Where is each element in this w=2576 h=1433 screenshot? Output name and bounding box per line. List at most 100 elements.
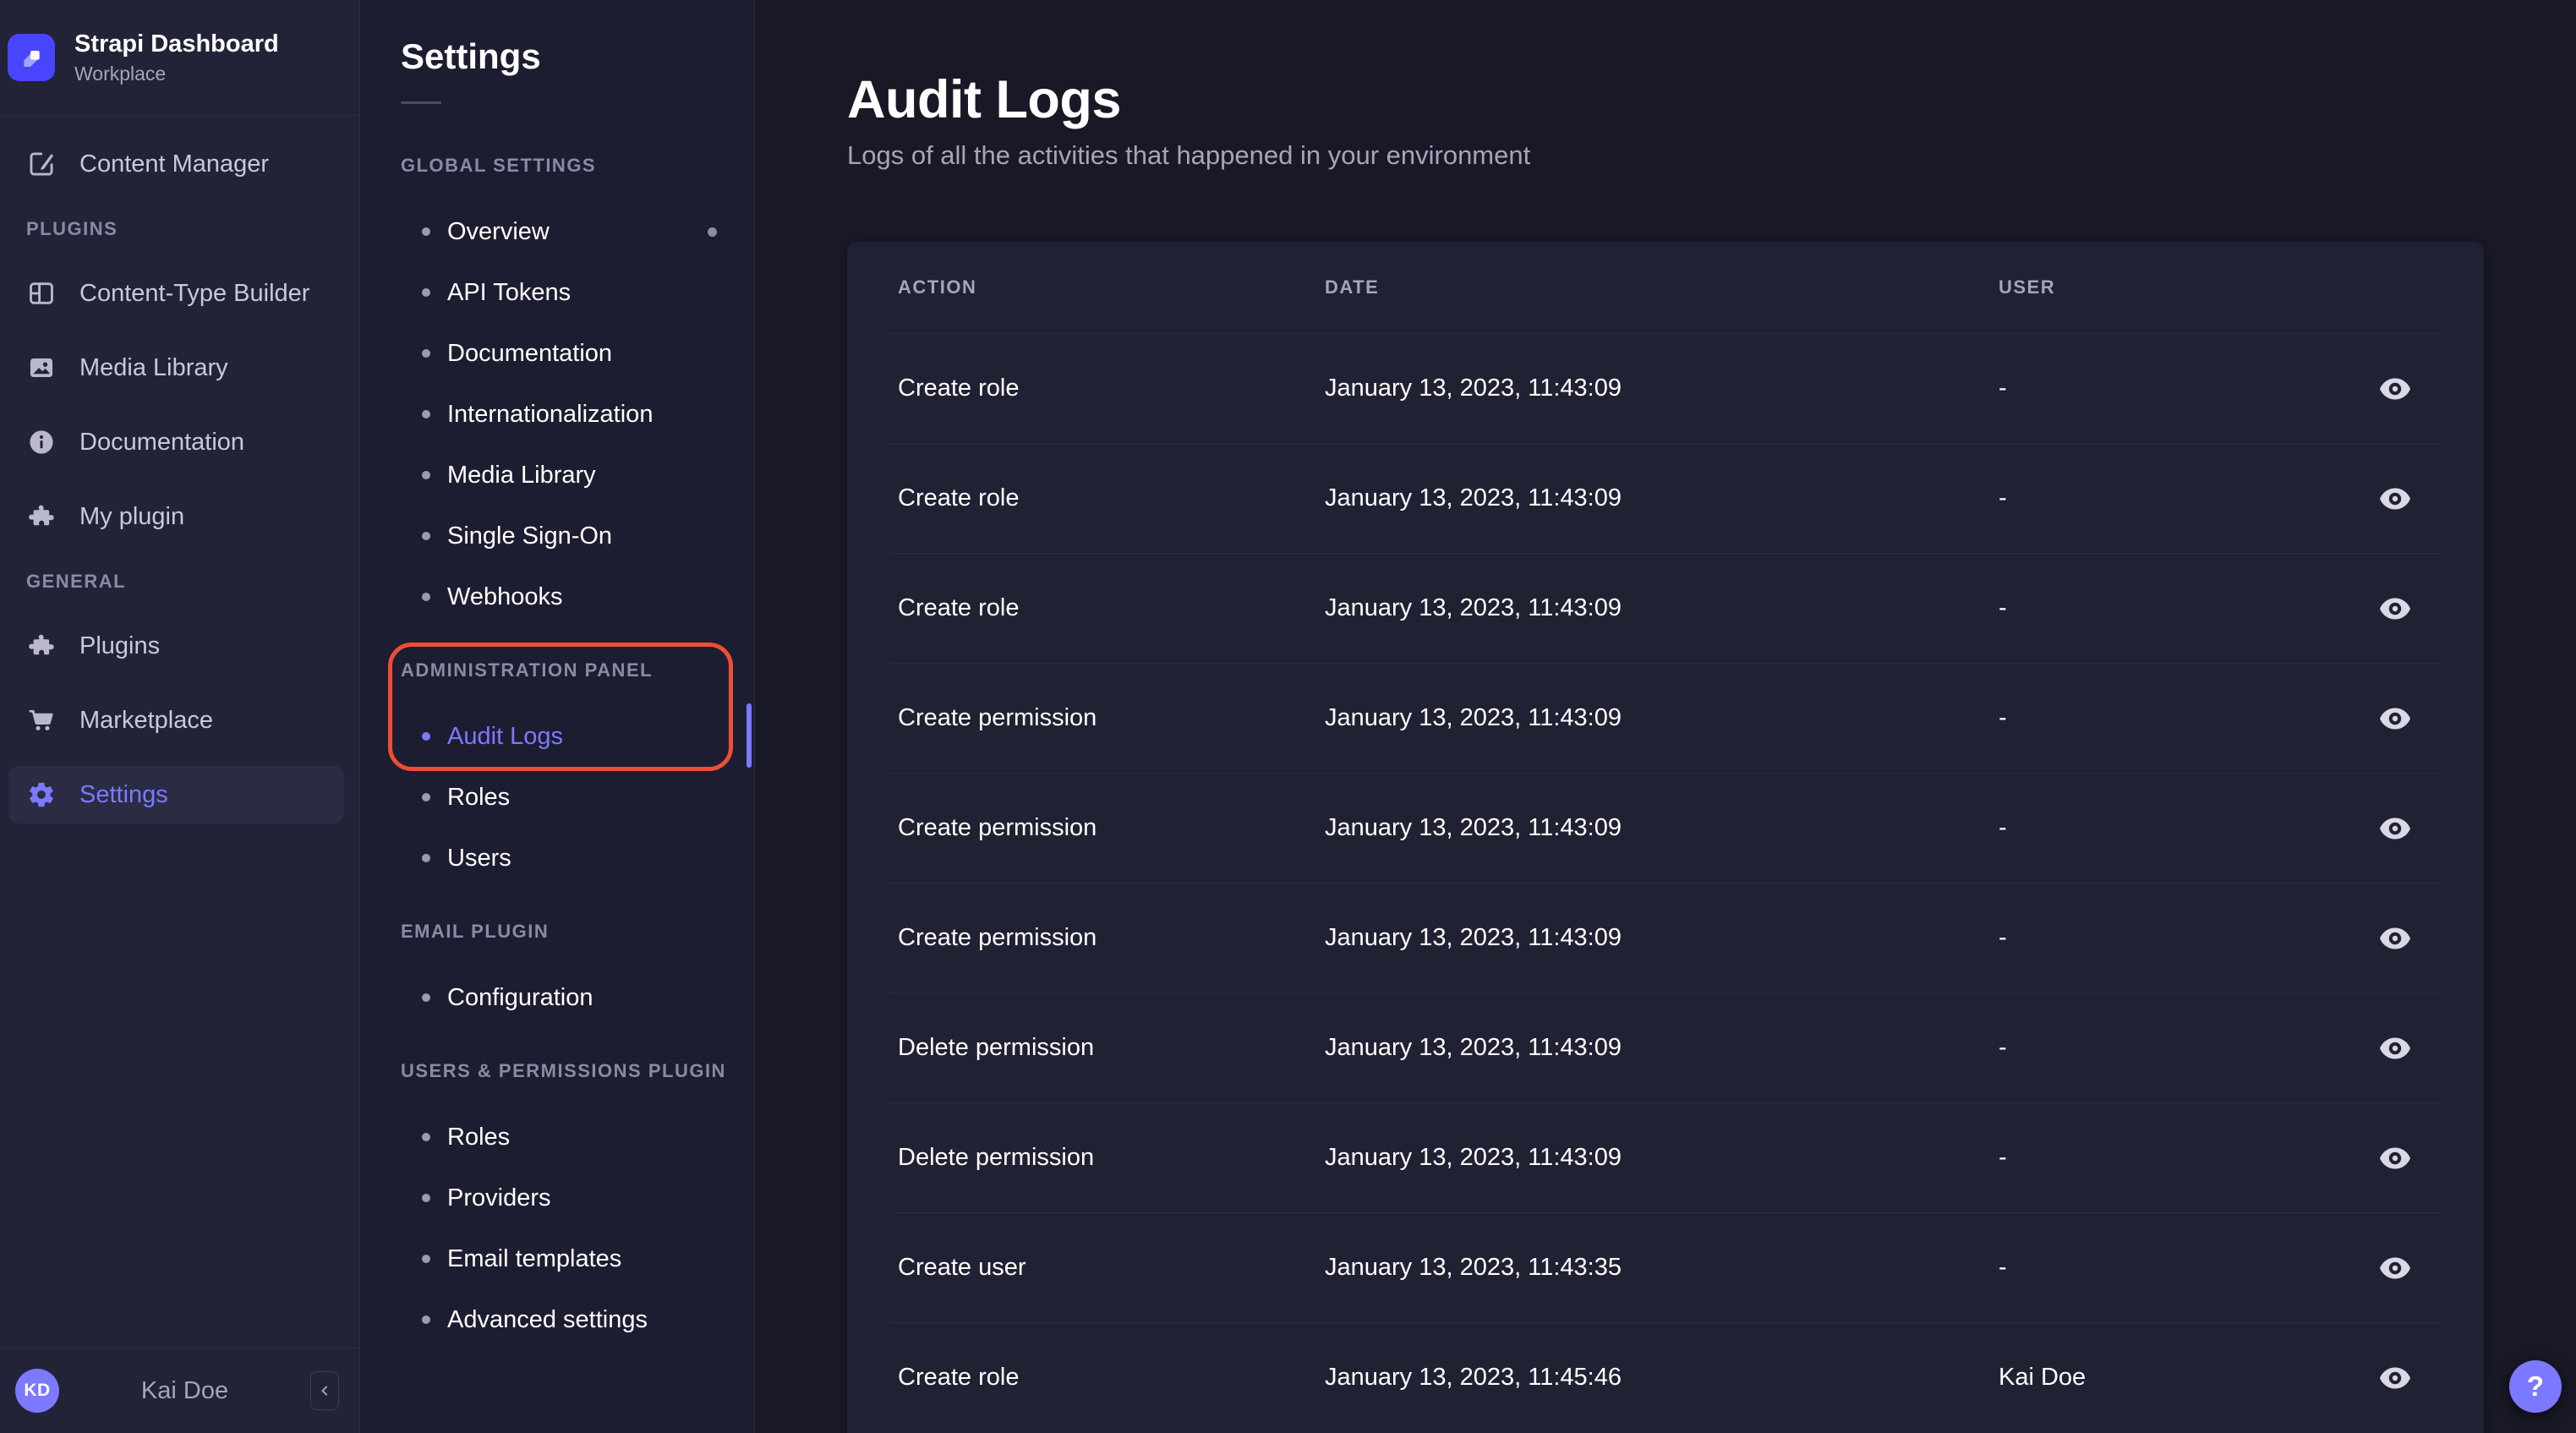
subnav-item-admin-roles[interactable]: Roles	[361, 767, 754, 828]
cell-user: -	[1999, 484, 2349, 512]
bullet-dot-icon	[422, 349, 430, 358]
cell-date: January 13, 2023, 11:45:46	[1325, 1364, 1999, 1392]
view-log-button[interactable]	[2375, 484, 2415, 514]
subnav-item-audit-logs[interactable]: Audit Logs	[361, 706, 754, 767]
cell-date: January 13, 2023, 11:43:09	[1325, 594, 1999, 622]
sidebar-item-plugins[interactable]: Plugins	[8, 617, 344, 675]
cell-date: January 13, 2023, 11:43:09	[1325, 484, 1999, 512]
table-row: Delete permission January 13, 2023, 11:4…	[889, 993, 2442, 1102]
bullet-dot-icon	[422, 471, 430, 479]
subnav-item-configuration[interactable]: Configuration	[361, 967, 754, 1028]
puzzle-icon	[27, 632, 56, 660]
cell-action: Delete permission	[898, 1034, 1325, 1062]
subnav-item-single-sign-on[interactable]: Single Sign-On	[361, 506, 754, 566]
sidebar-item-my-plugin[interactable]: My plugin	[8, 488, 344, 545]
cell-action: Create user	[898, 1254, 1325, 1282]
subnav-section-email-plugin: EMAIL PLUGIN	[401, 920, 754, 943]
sidebar-item-documentation[interactable]: Documentation	[8, 413, 344, 471]
view-log-button[interactable]	[2375, 1253, 2415, 1283]
workspace-brand[interactable]: Strapi Dashboard Workplace	[0, 0, 359, 116]
cell-user: Kai Doe	[1999, 1364, 2349, 1392]
view-log-button[interactable]	[2375, 923, 2415, 954]
view-log-button[interactable]	[2375, 593, 2415, 624]
bullet-dot-icon	[422, 288, 430, 297]
bullet-dot-icon	[422, 1194, 430, 1202]
sidebar-item-label: Settings	[79, 781, 168, 809]
subnav-item-api-tokens[interactable]: API Tokens	[361, 262, 754, 323]
subnav-item-admin-users[interactable]: Users	[361, 828, 754, 889]
view-log-button[interactable]	[2375, 703, 2415, 734]
sidebar-item-marketplace[interactable]: Marketplace	[8, 692, 344, 749]
sidebar-item-content-type-builder[interactable]: Content-Type Builder	[8, 265, 344, 322]
sidebar-item-label: Marketplace	[79, 707, 213, 735]
brand-text: Strapi Dashboard Workplace	[74, 30, 279, 85]
subnav-section-global-settings: GLOBAL SETTINGS	[401, 154, 754, 178]
subnav-item-label: Media Library	[447, 462, 596, 490]
view-log-button[interactable]	[2375, 374, 2415, 404]
main-navigation: Strapi Dashboard Workplace Content Manag…	[0, 0, 360, 1433]
subnav-item-label: Webhooks	[447, 583, 563, 611]
subnav-item-label: Advanced settings	[447, 1306, 648, 1334]
cell-action: Create role	[898, 484, 1325, 512]
subnav-item-overview[interactable]: Overview	[361, 201, 754, 262]
eye-icon	[2378, 1036, 2412, 1060]
avatar[interactable]: KD	[15, 1369, 59, 1413]
cell-user: -	[1999, 594, 2349, 622]
bullet-dot-icon	[422, 993, 430, 1002]
view-log-button[interactable]	[2375, 813, 2415, 844]
table-row: Create permission January 13, 2023, 11:4…	[889, 883, 2442, 993]
subnav-item-label: Roles	[447, 1124, 510, 1151]
table-row: Create user January 13, 2023, 11:43:35 -	[889, 1212, 2442, 1322]
sidebar-item-label: My plugin	[79, 503, 184, 531]
subnav-item-providers[interactable]: Providers	[361, 1168, 754, 1228]
chevron-left-icon	[316, 1382, 333, 1399]
cell-action: Create role	[898, 375, 1325, 402]
nav-list: Content Manager PLUGINS Content-Type Bui…	[0, 116, 359, 823]
subnav-scrollbar-thumb[interactable]	[747, 703, 752, 768]
sidebar-item-settings[interactable]: Settings	[8, 766, 344, 823]
subnav-item-label: Users	[447, 845, 511, 872]
subnav-item-label: Overview	[447, 218, 550, 246]
bullet-dot-icon	[422, 1133, 430, 1141]
subnav-item-up-roles[interactable]: Roles	[361, 1107, 754, 1168]
subnav-item-email-templates[interactable]: Email templates	[361, 1228, 754, 1289]
sidebar-item-media-library[interactable]: Media Library	[8, 339, 344, 397]
cell-date: January 13, 2023, 11:43:09	[1325, 924, 1999, 952]
puzzle-icon	[27, 502, 56, 531]
bullet-dot-icon	[422, 732, 430, 741]
subnav-item-documentation[interactable]: Documentation	[361, 323, 754, 384]
nav-section-plugins: PLUGINS	[26, 218, 359, 240]
table-row: Create role January 13, 2023, 11:45:46 K…	[889, 1322, 2442, 1432]
pen-square-icon	[27, 150, 56, 178]
sidebar-item-content-manager[interactable]: Content Manager	[8, 135, 344, 193]
help-button[interactable]: ?	[2509, 1360, 2562, 1413]
cell-date: January 13, 2023, 11:43:09	[1325, 375, 1999, 402]
workspace-name: Workplace	[74, 63, 279, 85]
view-log-button[interactable]	[2375, 1363, 2415, 1393]
nav-section-general: GENERAL	[26, 571, 359, 593]
column-header-action: ACTION	[898, 276, 1325, 298]
subnav-item-label: Audit Logs	[447, 723, 563, 751]
table-header-row: ACTION DATE USER	[889, 242, 2442, 333]
app-title: Strapi Dashboard	[74, 30, 279, 59]
bullet-dot-icon	[422, 854, 430, 862]
view-log-button[interactable]	[2375, 1033, 2415, 1064]
cell-user: -	[1999, 924, 2349, 952]
subnav-title: Settings	[401, 39, 754, 74]
table-row: Create permission January 13, 2023, 11:4…	[889, 773, 2442, 883]
cell-action: Delete permission	[898, 1144, 1325, 1172]
subnav-item-advanced-settings[interactable]: Advanced settings	[361, 1289, 754, 1350]
subnav-item-internationalization[interactable]: Internationalization	[361, 384, 754, 445]
layout-icon	[27, 279, 56, 308]
collapse-sidebar-button[interactable]	[310, 1371, 339, 1410]
eye-icon	[2378, 707, 2412, 730]
table-row: Create role January 13, 2023, 11:43:09 -	[889, 553, 2442, 663]
bullet-dot-icon	[422, 532, 430, 540]
cell-action: Create role	[898, 1364, 1325, 1392]
subnav-item-webhooks[interactable]: Webhooks	[361, 566, 754, 627]
sidebar-item-label: Documentation	[79, 429, 244, 457]
subnav-item-media-library[interactable]: Media Library	[361, 445, 754, 506]
sidebar-item-label: Content-Type Builder	[79, 280, 309, 308]
view-log-button[interactable]	[2375, 1143, 2415, 1173]
user-name: Kai Doe	[59, 1377, 310, 1405]
